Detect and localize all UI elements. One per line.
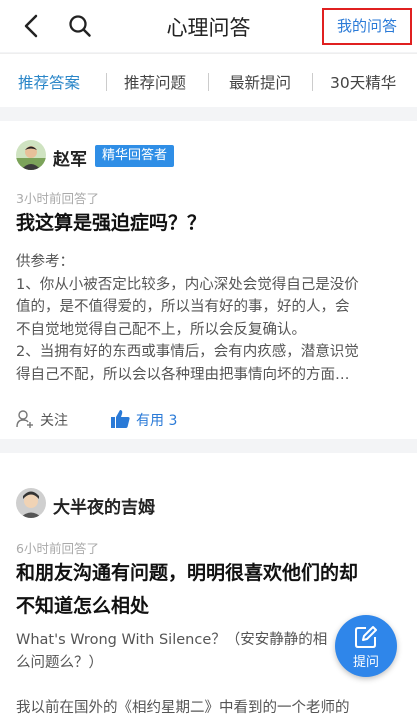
follow-button[interactable]: 关注 [40,410,68,430]
answer-line: 值的，是不值得爱的，所以当有好的事，好的人，会 [16,299,350,315]
answer-line: 我以前在国外的《相约星期二》中看到的一个老师的 [16,699,350,716]
question-title[interactable]: 我这算是强迫症吗？？ [16,207,406,240]
answer-line: 2、当拥有好的东西或事情后，会有内疚感，潜意识觉 [16,344,359,360]
question-title-line: 不知道怎么相处 [16,595,150,617]
answer-card[interactable]: 大半夜的吉姆 6小时前回答了 和朋友沟通有问题，明明很喜欢他们的却 不知道怎么相… [0,453,417,717]
tab-divider [106,73,107,91]
top-bar: 心理问答 我的问答 [0,0,417,52]
useful-button[interactable]: 有用 3 [136,410,177,430]
featured-answerer-badge: 精华回答者 [95,145,175,167]
ask-question-button[interactable]: 提问 [335,615,397,677]
tab-latest-questions[interactable]: 最新提问 [229,71,291,93]
edit-icon [355,626,377,648]
my-answers-button[interactable]: 我的问答 [322,8,412,45]
tab-divider [312,73,313,91]
tab-recommended-questions[interactable]: 推荐问题 [124,71,186,93]
add-person-icon[interactable] [16,410,34,428]
avatar[interactable] [16,140,46,170]
answer-line: 供参考： [16,254,74,270]
answer-excerpt[interactable]: What's Wrong With Silence？（安安静静的相 么问题么？）… [16,629,388,717]
answer-line: 不自觉地觉得自己配不上，所以会反复确认。 [16,321,306,338]
ask-question-label: 提问 [352,655,379,670]
question-title[interactable]: 和朋友沟通有问题，明明很喜欢他们的却 不知道怎么相处 [16,557,406,623]
author-name[interactable]: 赵军 [53,145,87,170]
answer-line: 得自己不配，所以会以各种理由把事情向坏的方面… [16,366,350,383]
tab-divider [208,73,209,91]
thumbs-up-icon[interactable] [110,409,130,429]
answer-excerpt[interactable]: 供参考： 1、你从小被否定比较多，内心深处会觉得自己是没价 值的，是不值得爱的，… [16,251,388,386]
question-title-line: 和朋友沟通有问题，明明很喜欢他们的却 [16,562,359,584]
answer-card[interactable]: 赵军 精华回答者 3小时前回答了 我这算是强迫症吗？？ 供参考： 1、你从小被否… [0,121,417,439]
answer-line [16,674,388,697]
answer-time: 3小时前回答了 [16,191,99,206]
answer-time: 6小时前回答了 [16,541,99,556]
answer-line: 1、你从小被否定比较多，内心深处会觉得自己是没价 [16,276,359,293]
author-name[interactable]: 大半夜的吉姆 [53,493,155,518]
tab-30day-featured[interactable]: 30天精华 [330,71,396,93]
avatar[interactable] [16,488,46,518]
answer-line: 么问题么？） [16,654,103,671]
tab-recommended-answers[interactable]: 推荐答案 [18,71,80,93]
tab-bar: 推荐答案 推荐问题 最新提问 30天精华 [0,53,417,107]
card-actions: 关注 有用 3 [16,409,316,433]
answer-line: What's Wrong With Silence？（安安静静的相 [16,632,328,648]
